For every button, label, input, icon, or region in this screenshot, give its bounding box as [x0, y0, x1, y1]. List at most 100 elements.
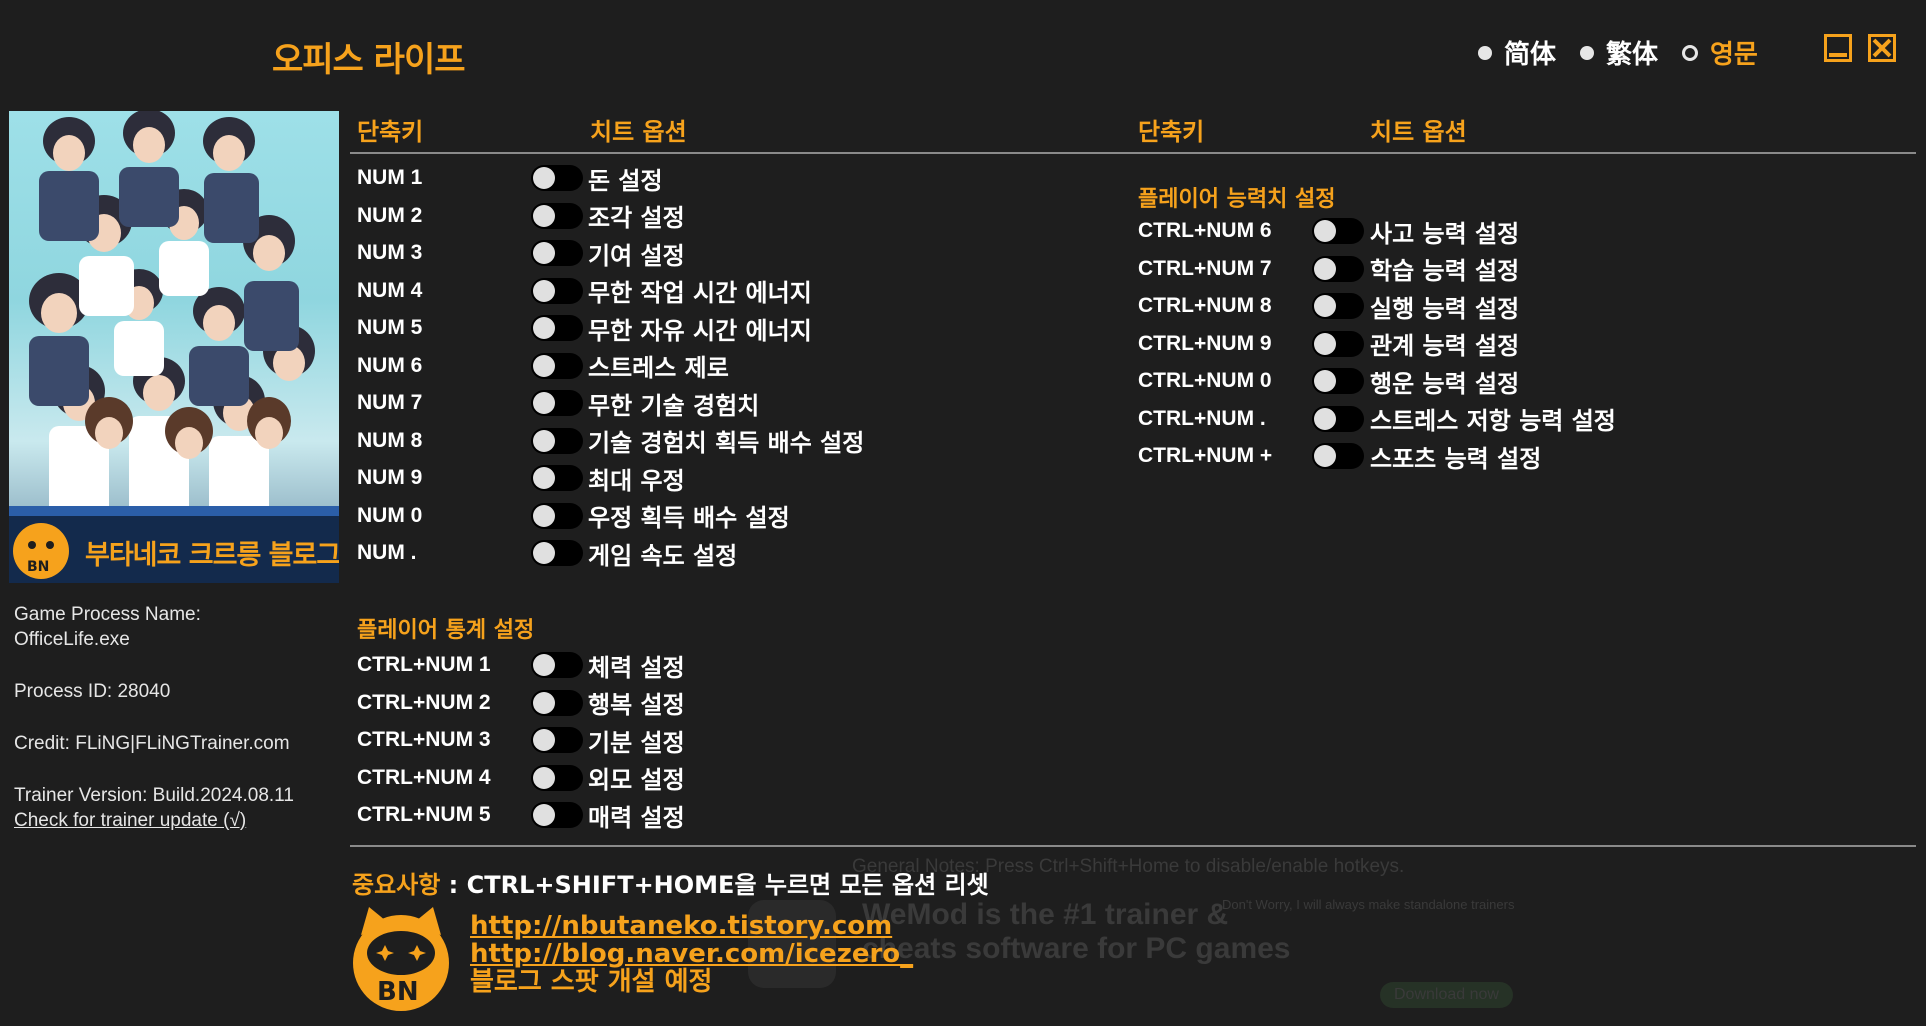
radio-icon[interactable] [1478, 45, 1492, 60]
toggle-knob [533, 691, 555, 714]
hotkey-label: CTRL+NUM 9 [1138, 331, 1272, 355]
lang-option-korean[interactable]: 영문 [1682, 34, 1758, 71]
option-toggle[interactable] [531, 689, 583, 716]
option-toggle[interactable] [1312, 218, 1364, 244]
hotkey-label: NUM 5 [357, 316, 423, 339]
process-name-value: OfficeLife.exe [14, 629, 130, 650]
option-row[interactable]: CTRL+NUM 2 행복 설정 [357, 688, 988, 719]
option-toggle[interactable] [1312, 293, 1364, 319]
minimize-button[interactable] [1824, 34, 1852, 62]
ad-download-button[interactable]: Download now [1380, 982, 1513, 1008]
option-row[interactable]: CTRL+NUM 9 관계 능력 설정 [1138, 329, 1770, 360]
option-label: 외모 설정 [588, 766, 685, 794]
option-label: 기여 설정 [588, 241, 685, 270]
option-row[interactable]: CTRL+NUM 7 학습 능력 설정 [1138, 254, 1770, 285]
blog-link-naver[interactable]: http://blog.naver.com/icezero_ [470, 940, 913, 968]
trainer-version: Trainer Version: Build.2024.08.11 [14, 785, 294, 806]
option-label: 스트레스 저항 능력 설정 [1370, 407, 1616, 435]
hotkey-label: NUM 4 [357, 278, 423, 302]
option-toggle[interactable] [531, 502, 583, 529]
option-toggle[interactable] [531, 802, 583, 828]
option-row[interactable]: NUM 6 스트레스 제로 [357, 351, 988, 382]
option-toggle[interactable] [531, 315, 583, 341]
option-row[interactable]: NUM 3 기여 설정 [357, 238, 988, 270]
option-toggle[interactable] [1312, 443, 1364, 469]
toggle-knob [1314, 370, 1336, 392]
option-row[interactable]: NUM 7 무한 기술 경험치 [357, 388, 988, 420]
toggle-knob [533, 429, 555, 452]
option-row[interactable]: CTRL+NUM 6 사고 능력 설정 [1138, 216, 1770, 248]
option-row[interactable]: NUM 2 조각 설정 [357, 201, 988, 232]
toggle-knob [533, 279, 555, 302]
option-toggle[interactable] [531, 727, 583, 753]
hotkey-label: CTRL+NUM 7 [1138, 256, 1272, 280]
option-toggle[interactable] [531, 764, 583, 791]
option-toggle[interactable] [531, 652, 583, 678]
option-row[interactable]: CTRL+NUM + 스포츠 능력 설정 [1138, 441, 1770, 473]
option-row[interactable]: NUM 0 우정 획득 배수 설정 [357, 501, 988, 532]
bn-logo-text: BN [377, 977, 419, 1007]
lang-label: 简体 [1504, 40, 1557, 70]
option-row[interactable]: CTRL+NUM 0 행운 능력 설정 [1138, 366, 1770, 398]
toggle-knob [533, 542, 555, 564]
option-row[interactable]: NUM 1 돈 설정 [357, 163, 988, 195]
hotkey-header-right: 단축키 [1138, 118, 1205, 146]
option-label: 관계 능력 설정 [1370, 332, 1520, 360]
option-row[interactable]: NUM 4 무한 작업 시간 에너지 [357, 276, 988, 307]
option-row[interactable]: CTRL+NUM 8 실행 능력 설정 [1138, 291, 1770, 323]
close-icon [1872, 38, 1892, 58]
game-cover-image: BN 부타네코 크르릉 블로그 [9, 111, 339, 583]
hotkey-label: NUM 7 [357, 391, 423, 414]
toggle-knob [533, 729, 555, 751]
notice-text: : CTRL+SHIFT+HOME을 누르면 모든 옵션 리셋 [440, 871, 989, 899]
option-toggle[interactable] [1312, 330, 1364, 357]
hotkey-label: CTRL+NUM . [1138, 406, 1266, 430]
option-toggle[interactable] [531, 240, 583, 266]
option-toggle[interactable] [531, 465, 583, 491]
toggle-knob [1314, 295, 1336, 317]
option-row[interactable]: NUM 9 최대 우정 [357, 463, 988, 495]
option-toggle[interactable] [531, 390, 583, 416]
lang-option-traditional[interactable]: 繁体 [1580, 34, 1658, 71]
check-update-link[interactable]: Check for trainer update (√) [14, 810, 246, 832]
option-row[interactable]: CTRL+NUM 4 외모 설정 [357, 763, 988, 794]
option-row[interactable]: NUM 5 무한 자유 시간 에너지 [357, 313, 988, 345]
option-label: 기술 경험치 획득 배수 설정 [588, 429, 865, 457]
hotkey-label: CTRL+NUM 8 [1138, 294, 1272, 317]
option-toggle[interactable] [531, 540, 583, 566]
option-row[interactable]: NUM . 게임 속도 설정 [357, 538, 988, 570]
option-toggle[interactable] [531, 352, 583, 379]
radio-icon[interactable] [1580, 45, 1594, 60]
footer-divider [350, 845, 1916, 847]
option-toggle[interactable] [531, 202, 583, 229]
option-toggle[interactable] [531, 427, 583, 454]
close-button[interactable] [1868, 34, 1896, 62]
option-label: 스트레스 제로 [588, 354, 729, 382]
option-row[interactable]: NUM 8 기술 경험치 획득 배수 설정 [357, 426, 988, 457]
option-label: 게임 속도 설정 [588, 541, 738, 570]
ad-headline-2: cheats software for PC games [862, 932, 1291, 965]
option-label: 무한 작업 시간 에너지 [588, 279, 812, 307]
toggle-knob [533, 504, 555, 527]
option-label: 돈 설정 [588, 166, 663, 195]
option-label: 스포츠 능력 설정 [1370, 444, 1542, 473]
option-toggle[interactable] [1312, 255, 1364, 282]
option-toggle[interactable] [531, 277, 583, 304]
option-toggle[interactable] [1312, 368, 1364, 394]
option-label: 실행 능력 설정 [1370, 294, 1520, 323]
hotkey-label: NUM 3 [357, 241, 423, 264]
option-toggle[interactable] [1312, 405, 1364, 432]
lang-option-simplified[interactable]: 简体 [1478, 34, 1556, 71]
blog-link-tistory[interactable]: http://nbutaneko.tistory.com [470, 912, 913, 940]
option-label: 사고 능력 설정 [1370, 219, 1520, 248]
option-label: 학습 능력 설정 [1370, 257, 1520, 285]
option-row[interactable]: CTRL+NUM . 스트레스 저항 능력 설정 [1138, 404, 1770, 435]
toggle-knob [1314, 257, 1336, 280]
radio-selected-icon[interactable] [1682, 44, 1698, 61]
option-label: 매력 설정 [588, 803, 685, 832]
option-row[interactable]: CTRL+NUM 3 기분 설정 [357, 725, 988, 757]
option-label: 무한 기술 경험치 [588, 391, 760, 420]
option-toggle[interactable] [531, 165, 583, 191]
option-row[interactable]: CTRL+NUM 1 체력 설정 [357, 650, 988, 682]
option-row[interactable]: CTRL+NUM 5 매력 설정 [357, 800, 988, 832]
